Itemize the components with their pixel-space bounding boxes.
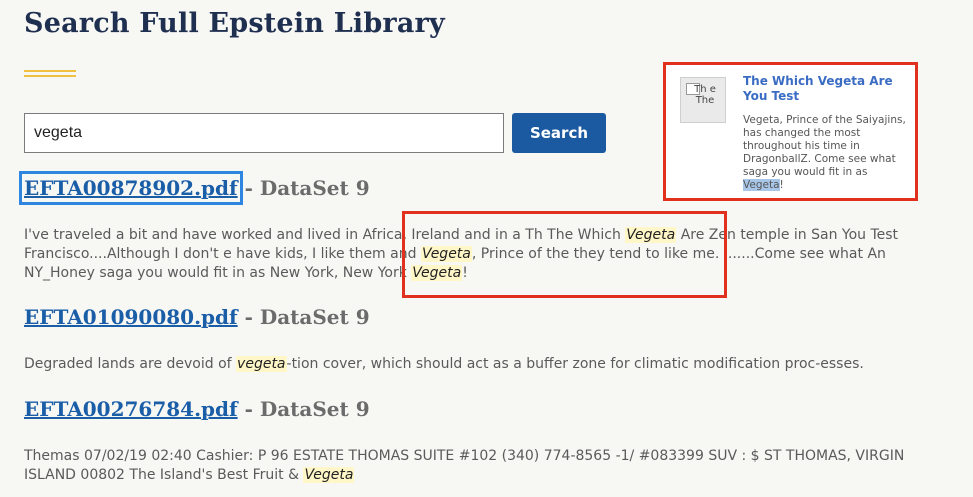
- result-heading: EFTA01090080.pdf - DataSet 9: [24, 305, 370, 329]
- result-heading: EFTA00878902.pdf - DataSet 9: [19, 171, 370, 205]
- search-term-highlight: Vegeta: [303, 467, 355, 483]
- result-dataset-label: - DataSet 9: [244, 305, 370, 329]
- quiz-title-link[interactable]: The Which Vegeta Are You Test: [743, 74, 908, 104]
- result-snippet: Degraded lands are devoid of vegeta-tion…: [24, 355, 959, 374]
- search-input[interactable]: [24, 113, 504, 153]
- snippet-line: Degraded lands are devoid of vegeta-tion…: [24, 356, 864, 372]
- search-button[interactable]: Search: [512, 113, 606, 153]
- quiz-promo-card[interactable]: Th e The The Which Vegeta Are You Test V…: [663, 62, 918, 201]
- search-term-highlight: vegeta: [236, 356, 287, 372]
- quiz-thumbnail-image[interactable]: Th e The: [680, 77, 726, 123]
- search-term-highlight: Vegeta: [625, 227, 677, 243]
- search-term-highlight: Vegeta: [411, 265, 463, 281]
- result-file-link[interactable]: EFTA00276784.pdf: [24, 397, 238, 421]
- snippet-line: Francisco....Although I don't e have kid…: [24, 246, 886, 262]
- thumbnail-alt-text: Th e The: [694, 84, 716, 106]
- result-snippet: Themas 07/02/19 02:40 Cashier: P 96 ESTA…: [24, 447, 959, 485]
- snippet-line: Themas 07/02/19 02:40 Cashier: P 96 ESTA…: [24, 448, 905, 464]
- snippet-line: I've traveled a bit and have worked and …: [24, 227, 899, 243]
- result-heading: EFTA00276784.pdf - DataSet 9: [24, 397, 370, 421]
- result-dataset-label: - DataSet 9: [244, 176, 370, 200]
- quiz-description: Vegeta, Prince of the Saiyajins, has cha…: [743, 114, 906, 191]
- snippet-line: ISLAND 00802 The Island's Best Fruit & V…: [24, 467, 355, 483]
- result-snippet: I've traveled a bit and have worked and …: [24, 226, 959, 283]
- snippet-line: NY_Honey saga you would fit in as New Yo…: [24, 265, 468, 281]
- result-file-link[interactable]: EFTA01090080.pdf: [24, 305, 238, 329]
- result-file-link[interactable]: EFTA00878902.pdf: [19, 171, 243, 205]
- result-dataset-label: - DataSet 9: [244, 397, 370, 421]
- selected-text-highlight: Vegeta: [743, 179, 780, 191]
- page-title: Search Full Epstein Library: [24, 8, 445, 39]
- title-accent-divider: [24, 70, 76, 77]
- search-term-highlight: Vegeta: [420, 246, 472, 262]
